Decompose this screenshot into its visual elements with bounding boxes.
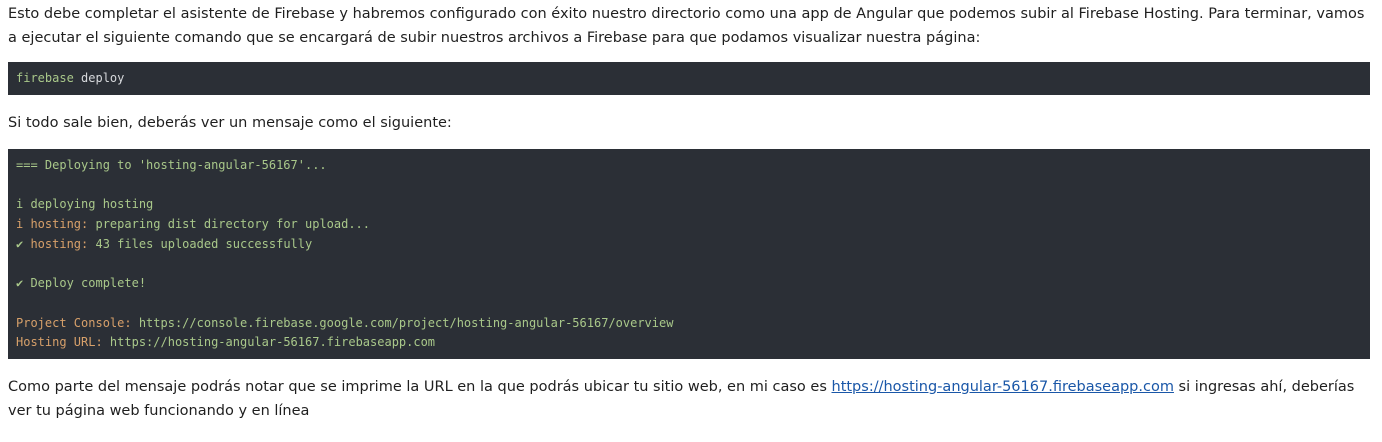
output-blank-line [16,176,1362,196]
output-line-uploaded: ✔ hosting: 43 files uploaded successfull… [16,235,1362,255]
command-argument: deploy [81,71,125,85]
output-uploaded-text: 43 files uploaded successfully [88,236,313,251]
closing-text-before-link: Como parte del mensaje podrás notar que … [8,379,832,395]
hosting-url-link[interactable]: https://hosting-angular-56167.firebaseap… [832,379,1174,395]
deploy-output-block: === Deploying to 'hosting-angular-56167'… [8,149,1370,359]
output-line-complete: ✔ Deploy complete! [16,274,1362,294]
intro-paragraph: Esto debe completar el asistente de Fire… [8,6,1365,46]
output-complete-text: Deploy complete! [23,276,147,291]
output-line-preparing: i hosting: preparing dist directory for … [16,215,1362,235]
deploy-command-block: firebase deploy [8,62,1370,95]
output-line-hosting-url: Hosting URL: https://hosting-angular-561… [16,333,1362,353]
output-line-project-console: Project Console: https://console.firebas… [16,314,1362,334]
closing-paragraph: Como parte del mensaje podrás notar que … [8,375,1374,423]
command-program: firebase [16,71,74,85]
result-intro-paragraph: Si todo sale bien, deberás ver un mensaj… [8,115,452,131]
project-console-url: https://console.firebase.google.com/proj… [131,315,674,330]
output-line-deploying: === Deploying to 'hosting-angular-56167'… [16,158,327,172]
hosting-url-label: Hosting URL: [16,335,103,350]
output-line-deploying-hosting: i deploying hosting [16,197,154,212]
output-hosting-prefix: i hosting: [16,217,89,232]
output-preparing-text: preparing dist directory for upload... [88,217,371,232]
output-hosting-prefix: hosting: [23,236,89,251]
hosting-url-value: https://hosting-angular-56167.firebaseap… [102,335,436,350]
output-blank-line [16,254,1362,274]
command-line: firebase deploy [16,69,1362,89]
output-blank-line [16,294,1362,314]
project-console-label: Project Console: [16,315,132,330]
